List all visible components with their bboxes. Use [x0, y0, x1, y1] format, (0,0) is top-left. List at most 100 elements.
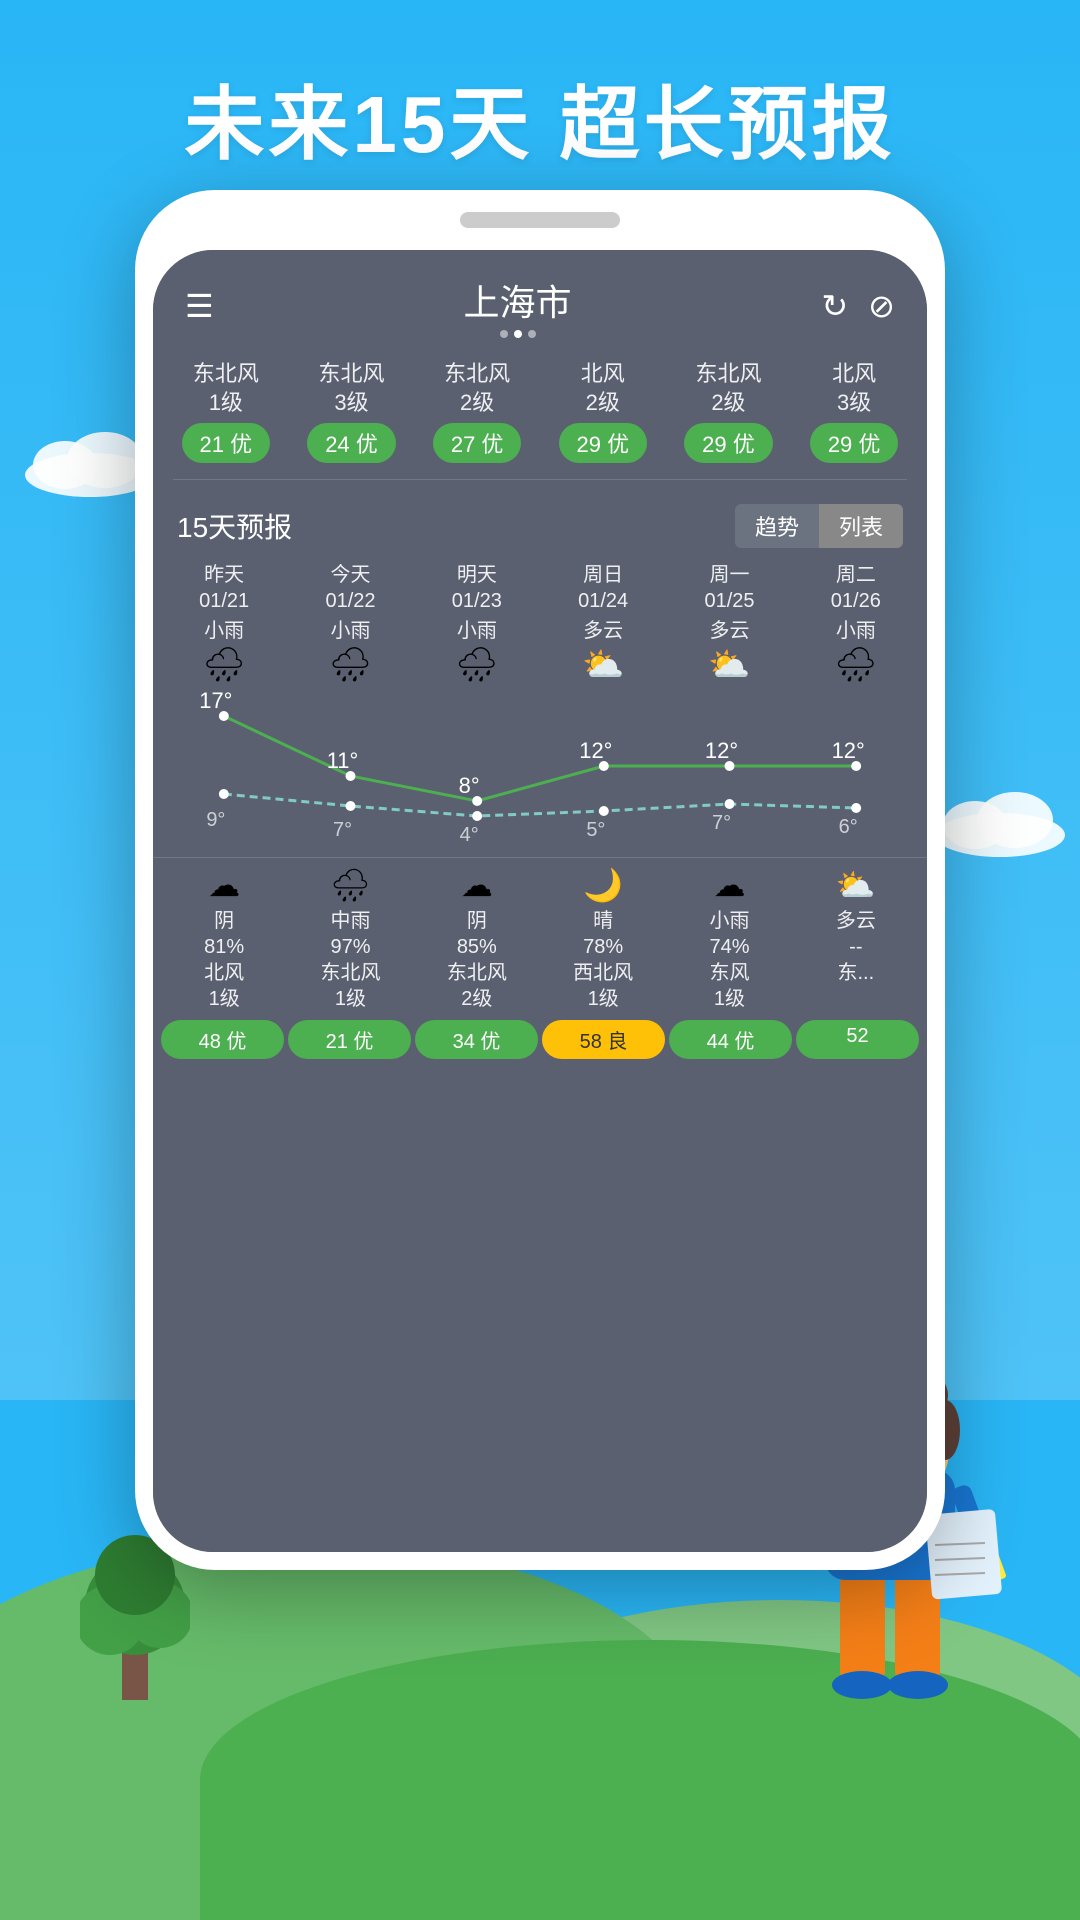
page-dots — [500, 330, 536, 338]
aqi-item: 北风3级 29 优 — [810, 360, 899, 463]
cloud-right — [930, 780, 1070, 860]
dot-2 — [514, 330, 522, 338]
day-column: 周日01/24 多云 ⛅ — [540, 558, 666, 686]
share-icon[interactable]: ⊘ — [868, 287, 895, 325]
dot-3 — [528, 330, 536, 338]
svg-text:5°: 5° — [586, 819, 605, 841]
weather-icon: 🌧 — [455, 648, 498, 682]
svg-text:12°: 12° — [705, 738, 738, 763]
aqi-item: 东北风2级 29 优 — [684, 360, 773, 463]
bottom-day-column: 🌙 晴78%西北风1级 — [540, 866, 666, 1012]
aqi-item: 东北风2级 27 优 — [433, 360, 522, 463]
bottom-aqi-badge: 44 优 — [669, 1020, 792, 1059]
svg-text:6°: 6° — [839, 816, 858, 838]
day-label: 昨天01/21 — [199, 562, 249, 614]
weather-condition: 小雨 — [204, 618, 244, 644]
day-column: 周二01/26 小雨 🌧 — [793, 558, 919, 686]
weather-icon: 🌧 — [329, 648, 372, 682]
weather-condition: 多云 — [583, 618, 623, 644]
aqi-badge: 29 优 — [559, 423, 648, 463]
aqi-badge: 21 优 — [182, 423, 271, 463]
city-name: 上海市 — [464, 274, 572, 326]
weather-app: ☰ 上海市 ↻ ⊘ 东北风1级 — [153, 250, 927, 1552]
day-column: 周一01/25 多云 ⛅ — [666, 558, 792, 686]
day-column: 今天01/22 小雨 🌧 — [287, 558, 413, 686]
svg-text:4°: 4° — [460, 824, 479, 846]
weather-icon: 🌧 — [203, 648, 246, 682]
forecast-header: 15天预报 趋势 列表 — [153, 490, 927, 558]
phone-screen: ☰ 上海市 ↻ ⊘ 东北风1级 — [153, 250, 927, 1552]
bottom-weather-icon: ⛅ — [836, 866, 876, 904]
bottom-weather-icon: ☁ — [713, 866, 745, 904]
bottom-aqi-row: 48 优21 优34 优58 良44 优52 — [153, 1012, 927, 1067]
day-label: 周二01/26 — [831, 562, 881, 614]
svg-text:9°: 9° — [206, 809, 225, 831]
forecast-tabs: 趋势 列表 — [735, 504, 903, 548]
bottom-aqi-badge: 52 — [796, 1020, 919, 1059]
days-grid-top: 昨天01/21 小雨 🌧 今天01/22 小雨 🌧 明天01/23 小雨 🌧 周… — [153, 558, 927, 686]
day-label: 周一01/25 — [704, 562, 754, 614]
bottom-weather-text: 中雨97%东北风1级 — [320, 908, 380, 1012]
svg-text:7°: 7° — [333, 819, 352, 841]
chart-svg: 17° 11° 8° 12° 12° 12° 9° 7° 4° 5° 7° 6° — [161, 686, 919, 846]
bottom-weather-text: 多云--东... — [836, 908, 876, 986]
menu-icon[interactable]: ☰ — [185, 287, 214, 325]
wind-label: 北风2级 — [581, 360, 625, 417]
aqi-item: 东北风3级 24 优 — [307, 360, 396, 463]
aqi-badge: 27 优 — [433, 423, 522, 463]
phone-notch — [460, 212, 620, 228]
svg-text:7°: 7° — [712, 812, 731, 834]
aqi-badge: 29 优 — [810, 423, 899, 463]
bottom-grid: ☁ 阴81%北风1级 🌧 中雨97%东北风1级 ☁ 阴85%东北风2级 🌙 晴7… — [153, 857, 927, 1012]
aqi-badge: 29 优 — [684, 423, 773, 463]
day-column: 明天01/23 小雨 🌧 — [414, 558, 540, 686]
bottom-weather-icon: 🌙 — [583, 866, 623, 904]
bottom-weather-icon: 🌧 — [330, 866, 371, 904]
svg-text:8°: 8° — [459, 773, 480, 798]
weather-condition: 小雨 — [836, 618, 876, 644]
day-label: 今天01/22 — [325, 562, 375, 614]
bottom-aqi-badge: 58 良 — [542, 1020, 665, 1059]
tab-list[interactable]: 列表 — [819, 504, 903, 548]
bottom-aqi-badge: 34 优 — [415, 1020, 538, 1059]
weather-condition: 多云 — [709, 618, 749, 644]
svg-text:12°: 12° — [832, 738, 865, 763]
bottom-weather-text: 阴81%北风1级 — [204, 908, 244, 1012]
tab-trend[interactable]: 趋势 — [735, 504, 819, 548]
aqi-row: 东北风1级 21 优 东北风3级 24 优 东北风2级 27 优 北风2级 29… — [153, 348, 927, 469]
bottom-day-column: ☁ 小雨74%东风1级 — [666, 866, 792, 1012]
aqi-badge: 24 优 — [307, 423, 396, 463]
day-column: 昨天01/21 小雨 🌧 — [161, 558, 287, 686]
phone-mockup: ☰ 上海市 ↻ ⊘ 东北风1级 — [135, 190, 945, 1570]
svg-text:17°: 17° — [199, 688, 232, 713]
refresh-icon[interactable]: ↻ — [821, 287, 848, 325]
top-icons: ↻ ⊘ — [821, 287, 895, 325]
wind-label: 东北风2级 — [444, 360, 510, 417]
divider-1 — [173, 479, 907, 480]
day-label: 周日01/24 — [578, 562, 628, 614]
wind-label: 东北风2级 — [695, 360, 761, 417]
bottom-weather-icon: ☁ — [461, 866, 493, 904]
svg-text:11°: 11° — [327, 748, 359, 773]
bottom-aqi-badge: 48 优 — [161, 1020, 284, 1059]
wind-label: 北风3级 — [832, 360, 876, 417]
weather-icon: ⛅ — [708, 648, 750, 682]
forecast-title: 15天预报 — [177, 506, 292, 546]
weather-condition: 小雨 — [330, 618, 370, 644]
phone-frame: ☰ 上海市 ↻ ⊘ 东北风1级 — [135, 190, 945, 1570]
bottom-weather-text: 小雨74%东风1级 — [709, 908, 749, 1012]
weather-condition: 小雨 — [457, 618, 497, 644]
top-bar: ☰ 上海市 ↻ ⊘ — [153, 250, 927, 348]
bottom-weather-icon: ☁ — [208, 866, 240, 904]
bottom-weather-text: 晴78%西北风1级 — [573, 908, 633, 1012]
bottom-day-column: ☁ 阴85%东北风2级 — [414, 866, 540, 1012]
aqi-item: 东北风1级 21 优 — [182, 360, 271, 463]
bottom-aqi-badge: 21 优 — [288, 1020, 411, 1059]
weather-icon: ⛅ — [582, 648, 624, 682]
bottom-day-column: 🌧 中雨97%东北风1级 — [287, 866, 413, 1012]
weather-icon: 🌧 — [834, 648, 877, 682]
dot-1 — [500, 330, 508, 338]
bottom-day-column: ☁ 阴81%北风1级 — [161, 866, 287, 1012]
wind-label: 东北风3级 — [318, 360, 384, 417]
day-label: 明天01/23 — [452, 562, 502, 614]
